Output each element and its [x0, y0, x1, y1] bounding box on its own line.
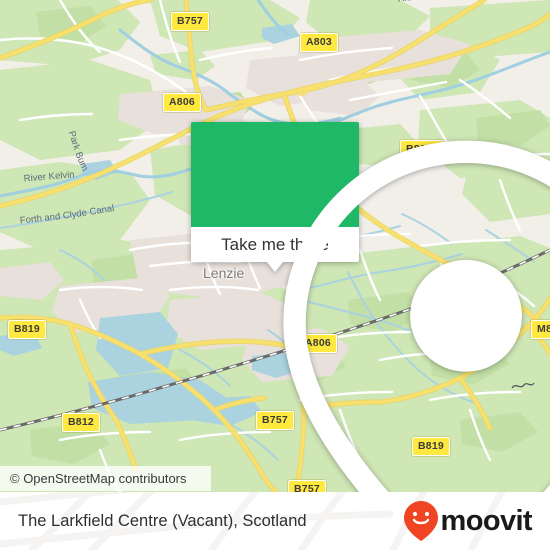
moovit-pin-icon: [403, 501, 438, 541]
moovit-wordmark: moovit: [440, 504, 533, 537]
road-shield-a806-north[interactable]: A806: [163, 93, 201, 112]
map-pin-icon: [283, 140, 550, 492]
map-attribution: © OpenStreetMap contributors: [0, 466, 211, 491]
popup-pointer-tail: [266, 261, 284, 272]
road-shield-b819-west[interactable]: B819: [8, 320, 46, 339]
map-canvas[interactable]: River Kelvin Park Burn Forth and Clyde C…: [0, 0, 550, 492]
moovit-map-screenshot: River Kelvin Park Burn Forth and Clyde C…: [0, 0, 550, 550]
location-title: The Larkfield Centre (Vacant), Scotland: [18, 511, 307, 530]
road-shield-a803[interactable]: A803: [300, 33, 338, 52]
attribution-text: © OpenStreetMap contributors: [10, 471, 187, 486]
popup-image-panel: [191, 122, 550, 492]
destination-popup[interactable]: Take me there: [191, 122, 550, 492]
moovit-logo[interactable]: moovit: [403, 500, 533, 542]
road-shield-b812[interactable]: B812: [62, 413, 100, 432]
footer-bar: The Larkfield Centre (Vacant), Scotland …: [0, 492, 550, 550]
road-shield-b757-north[interactable]: B757: [171, 12, 209, 31]
